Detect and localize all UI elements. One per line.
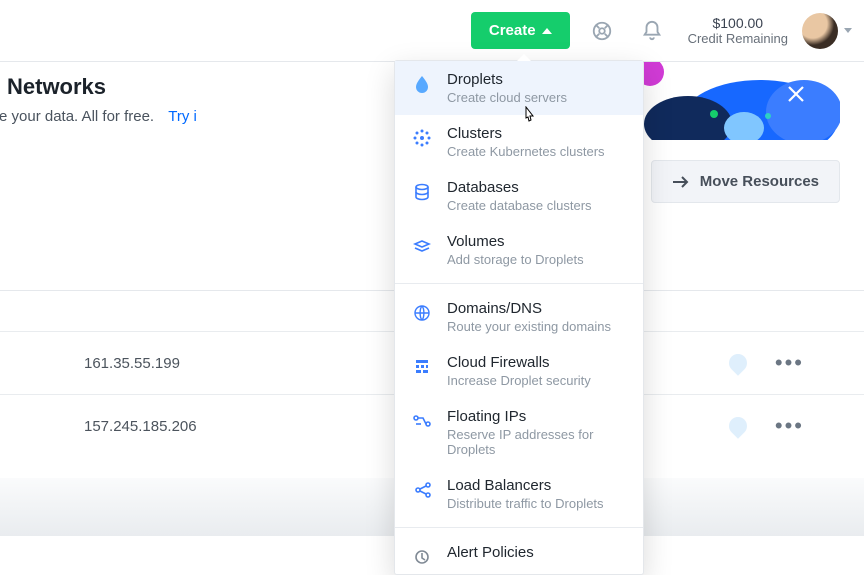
databases-icon bbox=[411, 181, 433, 203]
ip-address: 161.35.55.199 bbox=[84, 355, 180, 372]
try-link[interactable]: Try i bbox=[168, 108, 197, 125]
arrow-right-icon bbox=[672, 175, 690, 189]
create-option-domains-dns[interactable]: Domains/DNS Route your existing domains bbox=[395, 290, 643, 344]
dropdown-separator bbox=[395, 527, 643, 528]
create-option-title: Domains/DNS bbox=[447, 300, 611, 317]
credit-label: Credit Remaining bbox=[688, 31, 788, 46]
create-option-title: Droplets bbox=[447, 71, 567, 88]
droplet-icon bbox=[725, 413, 750, 438]
create-option-title: Clusters bbox=[447, 125, 605, 142]
more-actions-icon[interactable]: ••• bbox=[775, 350, 804, 376]
volumes-icon bbox=[411, 235, 433, 257]
droplets-icon bbox=[411, 73, 433, 95]
create-option-title: Volumes bbox=[447, 233, 584, 250]
create-option-title: Load Balancers bbox=[447, 477, 604, 494]
create-option-subtitle: Create database clusters bbox=[447, 198, 592, 213]
ip-address: 157.245.185.206 bbox=[84, 418, 197, 435]
close-icon[interactable] bbox=[786, 84, 806, 104]
create-button[interactable]: Create bbox=[471, 12, 570, 49]
create-option-subtitle: Create Kubernetes clusters bbox=[447, 144, 605, 159]
create-dropdown: Droplets Create cloud servers Clusters Crea… bbox=[394, 60, 644, 575]
create-option-title: Floating IPs bbox=[447, 408, 629, 425]
create-option-title: Cloud Firewalls bbox=[447, 354, 591, 371]
create-button-label: Create bbox=[489, 22, 536, 39]
create-option-subtitle: Route your existing domains bbox=[447, 319, 611, 334]
credit-amount: $100.00 bbox=[688, 15, 788, 31]
move-resources-button[interactable]: Move Resources bbox=[651, 160, 840, 203]
create-option-subtitle: Add storage to Droplets bbox=[447, 252, 584, 267]
credit-balance: $100.00 Credit Remaining bbox=[688, 15, 788, 46]
create-option-clusters[interactable]: Clusters Create Kubernetes clusters bbox=[395, 115, 643, 169]
create-option-subtitle: Distribute traffic to Droplets bbox=[447, 496, 604, 511]
create-option-databases[interactable]: Databases Create database clusters bbox=[395, 169, 643, 223]
clusters-icon bbox=[411, 127, 433, 149]
user-menu[interactable] bbox=[802, 13, 852, 49]
alert-policies-icon bbox=[411, 546, 433, 568]
create-option-title: Databases bbox=[447, 179, 592, 196]
floating-ips-icon bbox=[411, 410, 433, 432]
create-option-title: Alert Policies bbox=[447, 544, 534, 561]
load-balancers-icon bbox=[411, 479, 433, 501]
create-option-cloud-firewalls[interactable]: Cloud Firewalls Increase Droplet security bbox=[395, 344, 643, 398]
notifications-icon[interactable] bbox=[634, 13, 670, 49]
droplet-icon bbox=[725, 350, 750, 375]
create-option-load-balancers[interactable]: Load Balancers Distribute traffic to Drop… bbox=[395, 467, 643, 521]
move-resources-label: Move Resources bbox=[700, 173, 819, 190]
create-option-subtitle: Reserve IP addresses for Droplets bbox=[447, 427, 629, 457]
hero-illustration bbox=[640, 62, 840, 140]
create-option-floating-ips[interactable]: Floating IPs Reserve IP addresses for Dro… bbox=[395, 398, 643, 467]
shortcut-hint: +B) bbox=[0, 22, 471, 39]
create-option-subtitle: Increase Droplet security bbox=[447, 373, 591, 388]
create-option-subtitle: Create cloud servers bbox=[447, 90, 567, 105]
cloud-firewalls-icon bbox=[411, 356, 433, 378]
chevron-up-icon bbox=[542, 28, 552, 34]
create-option-droplets[interactable]: Droplets Create cloud servers bbox=[395, 61, 643, 115]
chevron-down-icon bbox=[844, 28, 852, 33]
help-icon[interactable] bbox=[584, 13, 620, 49]
domains-dns-icon bbox=[411, 302, 433, 324]
more-actions-icon[interactable]: ••• bbox=[775, 413, 804, 439]
create-option-alert-policies[interactable]: Alert Policies bbox=[395, 534, 643, 574]
avatar bbox=[802, 13, 838, 49]
create-option-volumes[interactable]: Volumes Add storage to Droplets bbox=[395, 223, 643, 277]
dropdown-separator bbox=[395, 283, 643, 284]
